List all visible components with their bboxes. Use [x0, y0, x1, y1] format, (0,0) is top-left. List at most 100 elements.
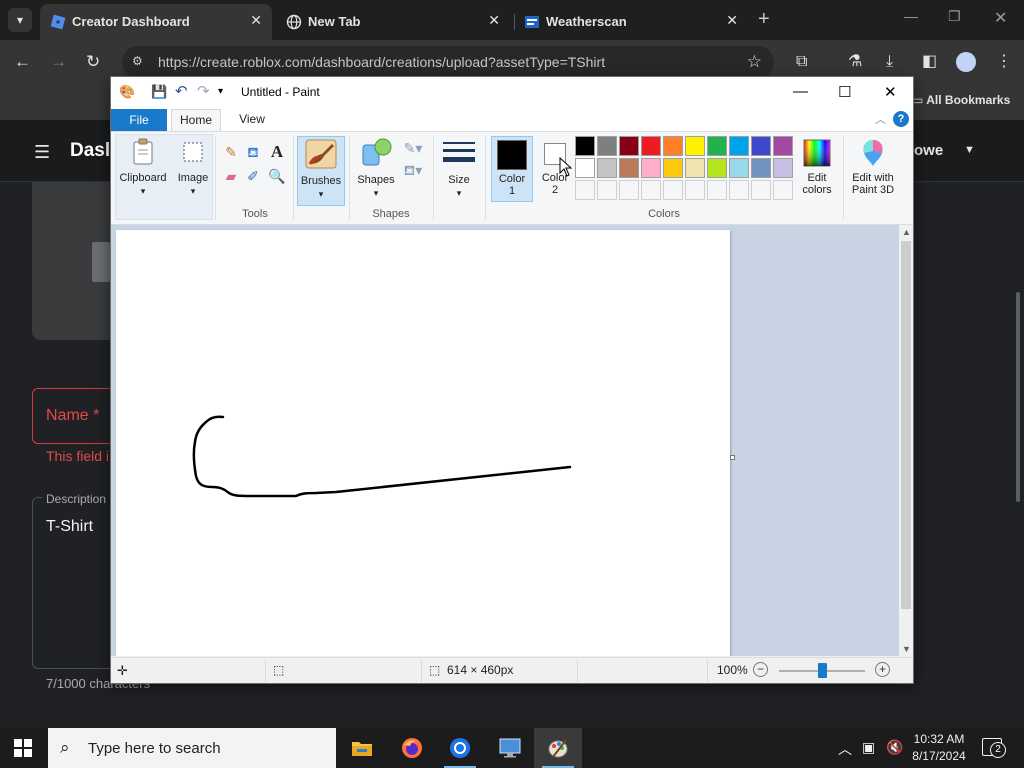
custom-color-slot[interactable] — [751, 180, 771, 200]
reload-icon[interactable]: ↻ — [86, 52, 100, 72]
profile-avatar-icon[interactable] — [956, 52, 976, 72]
description-value[interactable]: T-Shirt — [46, 518, 93, 536]
close-tab-icon[interactable]: ✕ — [250, 12, 262, 29]
collapse-ribbon-icon[interactable]: ︿ — [875, 111, 886, 127]
undo-icon[interactable]: ↶ — [175, 84, 188, 100]
firefox-app[interactable] — [388, 728, 436, 768]
minimize-icon[interactable]: — — [904, 8, 918, 24]
palette-color-swatch[interactable] — [773, 136, 793, 156]
tab-home[interactable]: Home — [171, 109, 221, 131]
palette-color-swatch[interactable] — [729, 136, 749, 156]
edit-with-paint3d-button[interactable]: Edit with Paint 3D — [845, 136, 901, 202]
url-text[interactable]: https://create.roblox.com/dashboard/crea… — [158, 54, 605, 70]
custom-color-slot[interactable] — [685, 180, 705, 200]
canvas-vertical-scrollbar[interactable]: ▲ ▼ — [899, 225, 913, 656]
tab-creator-dashboard[interactable]: Creator Dashboard ✕ — [40, 4, 272, 40]
chrome-app[interactable] — [436, 728, 484, 768]
paint-minimize-icon[interactable]: — — [793, 83, 808, 100]
edit-colors-button[interactable]: Edit colors — [795, 136, 839, 202]
fill-bucket-icon[interactable]: ⛾ — [243, 142, 263, 162]
palette-color-swatch[interactable] — [597, 136, 617, 156]
chevron-down-icon[interactable]: ▼ — [964, 144, 975, 156]
browser-menu-icon[interactable]: ⋮ — [996, 52, 1012, 72]
back-arrow-icon[interactable]: ← — [14, 52, 31, 72]
scroll-thumb[interactable] — [901, 241, 911, 609]
palette-color-swatch[interactable] — [575, 136, 595, 156]
display-app[interactable] — [486, 728, 534, 768]
tab-search-chevron-icon[interactable]: ▾ — [8, 8, 32, 32]
palette-color-swatch[interactable] — [619, 158, 639, 178]
palette-color-swatch[interactable] — [685, 158, 705, 178]
network-icon[interactable]: ▣ — [862, 739, 875, 756]
hamburger-menu-icon[interactable]: ☰ — [34, 142, 50, 163]
canvas-resize-handle[interactable] — [730, 455, 735, 460]
tab-view[interactable]: View — [229, 109, 275, 131]
help-icon[interactable]: ? — [893, 111, 909, 127]
side-panel-icon[interactable]: ◧ — [922, 52, 937, 72]
palette-color-swatch[interactable] — [773, 158, 793, 178]
shape-fill-icon[interactable]: ⛾▾ — [401, 160, 425, 180]
palette-color-swatch[interactable] — [663, 136, 683, 156]
file-explorer-app[interactable] — [338, 728, 386, 768]
page-scrollbar[interactable] — [1016, 292, 1020, 502]
custom-color-slot[interactable] — [575, 180, 595, 200]
palette-color-swatch[interactable] — [729, 158, 749, 178]
labs-flask-icon[interactable]: ⚗ — [848, 52, 862, 72]
scroll-up-icon[interactable]: ▲ — [902, 227, 911, 237]
volume-muted-icon[interactable]: 🔇 — [886, 739, 903, 756]
outline-icon[interactable]: ✎▾ — [401, 138, 425, 158]
extensions-puzzle-icon[interactable]: ⧉ — [796, 52, 807, 72]
palette-color-swatch[interactable] — [707, 136, 727, 156]
save-icon[interactable]: 💾 — [151, 84, 167, 100]
size-button[interactable]: Size ▾ — [437, 136, 481, 202]
bookmark-star-icon[interactable]: ☆ — [747, 52, 762, 72]
new-tab-plus-icon[interactable]: + — [758, 8, 770, 30]
close-tab-icon[interactable]: ✕ — [488, 12, 500, 29]
taskbar-search-box[interactable]: ⌕ Type here to search — [48, 728, 336, 768]
color1-button[interactable]: Color 1 — [491, 136, 533, 202]
custom-color-slot[interactable] — [707, 180, 727, 200]
zoom-slider-thumb[interactable] — [818, 663, 827, 678]
restore-icon[interactable]: ❐ — [948, 8, 961, 25]
pencil-icon[interactable]: ✎ — [221, 142, 241, 162]
tab-new-tab[interactable]: New Tab ✕ — [276, 4, 510, 40]
custom-color-slot[interactable] — [619, 180, 639, 200]
brushes-button[interactable]: Brushes ▾ — [297, 136, 345, 206]
system-clock[interactable]: 10:32 AM 8/17/2024 — [908, 731, 970, 765]
windows-start-icon[interactable] — [14, 739, 32, 757]
palette-color-swatch[interactable] — [663, 158, 683, 178]
customize-qat-icon[interactable]: ▾ — [218, 84, 223, 100]
palette-color-swatch[interactable] — [707, 158, 727, 178]
download-icon[interactable]: ⤓ — [886, 52, 893, 72]
tab-weatherscan[interactable]: Weatherscan ✕ — [514, 4, 748, 40]
image-button[interactable]: Image ▾ — [173, 136, 213, 202]
palette-color-swatch[interactable] — [597, 158, 617, 178]
tab-file[interactable]: File — [111, 109, 167, 131]
show-hidden-icons-chevron-icon[interactable]: ︿ — [838, 739, 852, 759]
text-tool-icon[interactable]: A — [267, 142, 287, 162]
palette-color-swatch[interactable] — [619, 136, 639, 156]
address-bar[interactable]: ⚙ https://create.roblox.com/dashboard/cr… — [122, 46, 774, 78]
paint-app[interactable] — [534, 728, 582, 768]
palette-color-swatch[interactable] — [751, 136, 771, 156]
zoom-in-icon[interactable]: + — [875, 662, 890, 677]
palette-color-swatch[interactable] — [641, 136, 661, 156]
clipboard-button[interactable]: Clipboard ▾ — [117, 136, 169, 202]
eraser-icon[interactable]: ▰ — [221, 166, 241, 186]
paint-maximize-icon[interactable]: ☐ — [838, 83, 851, 101]
forward-arrow-icon[interactable]: → — [50, 52, 67, 72]
palette-color-swatch[interactable] — [575, 158, 595, 178]
custom-color-slot[interactable] — [773, 180, 793, 200]
all-bookmarks-link[interactable]: ▭ All Bookmarks — [912, 93, 1010, 107]
user-name[interactable]: owe — [914, 142, 943, 159]
custom-color-slot[interactable] — [597, 180, 617, 200]
close-tab-icon[interactable]: ✕ — [726, 12, 738, 29]
redo-icon[interactable]: ↷ — [197, 84, 210, 100]
close-window-icon[interactable]: ✕ — [994, 8, 1007, 28]
site-info-icon[interactable]: ⚙ — [132, 54, 148, 70]
paint-app-icon[interactable]: 🎨 — [119, 84, 135, 100]
color-picker-icon[interactable]: ✐ — [243, 166, 263, 186]
paint-close-icon[interactable]: ✕ — [884, 83, 897, 101]
custom-color-slot[interactable] — [663, 180, 683, 200]
magnifier-icon[interactable]: 🔍 — [267, 166, 287, 186]
